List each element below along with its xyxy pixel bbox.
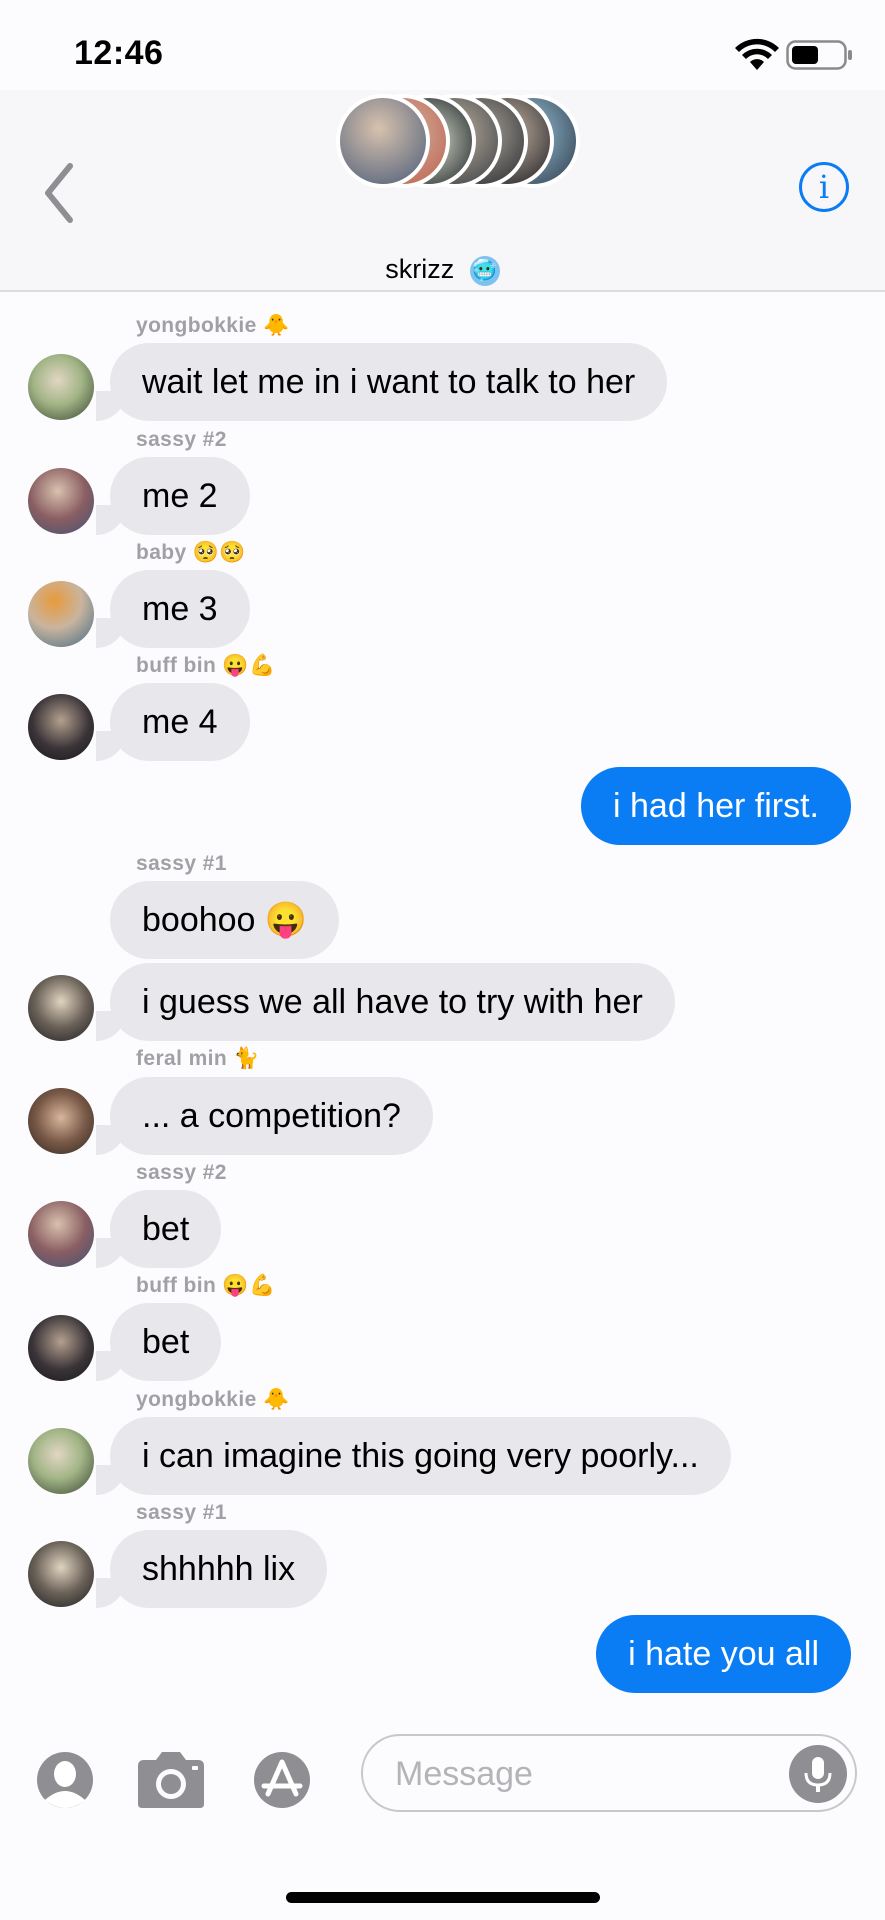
sender-emoji: 🥺🥺: [192, 541, 246, 564]
sender-emoji: 😛💪: [222, 1274, 276, 1297]
message-bubble-incoming[interactable]: me 3: [110, 570, 250, 648]
camera-icon[interactable]: [134, 1750, 208, 1810]
microphone-icon: [804, 1757, 832, 1792]
sender-emoji: 🐥: [262, 314, 290, 337]
avatar[interactable]: [28, 1428, 94, 1494]
bubble-tail: [96, 618, 126, 648]
battery-icon: [786, 40, 852, 70]
sender-label: buff bin 😛💪: [136, 654, 276, 678]
bubble-tail: [96, 1011, 126, 1041]
sender-emoji: 🐈: [233, 1047, 260, 1070]
bubble-tail: [96, 1578, 126, 1608]
sender-name: sassy #1: [136, 1501, 227, 1524]
sender-label: yongbokkie 🐥: [136, 314, 290, 338]
avatar[interactable]: [28, 468, 94, 534]
sender-name: sassy #2: [136, 428, 227, 451]
message-input[interactable]: [393, 1750, 757, 1798]
avatar[interactable]: [28, 975, 94, 1041]
sender-label: yongbokkie 🐥: [136, 1388, 290, 1412]
avatar[interactable]: [28, 1088, 94, 1154]
sender-name: yongbokkie: [136, 1388, 257, 1411]
bubble-tail: [96, 1351, 126, 1381]
bubble-tail: [96, 391, 126, 421]
avatar[interactable]: [28, 1315, 94, 1381]
memoji-icon[interactable]: [35, 1750, 99, 1810]
sender-label: sassy #2: [136, 1161, 227, 1185]
sender-name: sassy #1: [136, 852, 227, 875]
sender-name: feral min: [136, 1047, 228, 1070]
sender-name: buff bin: [136, 1274, 217, 1297]
bubble-tail: [96, 1125, 126, 1155]
message-bubble-incoming[interactable]: me 4: [110, 683, 250, 761]
status-time: 12:46: [74, 34, 164, 72]
sender-name: buff bin: [136, 654, 217, 677]
avatar[interactable]: [28, 1541, 94, 1607]
wifi-icon: [735, 38, 779, 70]
message-bubble-incoming[interactable]: bet: [110, 1303, 222, 1381]
message-bubble-incoming[interactable]: ... a competition?: [110, 1077, 433, 1155]
message-bubble-incoming[interactable]: wait let me in i want to talk to her: [110, 343, 668, 421]
message-bubble-incoming[interactable]: me 2: [110, 457, 250, 535]
message-composer: [0, 1712, 885, 1920]
message-bubble-incoming[interactable]: boohoo 😛: [110, 881, 340, 959]
sender-label: sassy #1: [136, 852, 227, 876]
sender-label: baby 🥺🥺: [136, 541, 246, 565]
avatar[interactable]: [28, 1201, 94, 1267]
bubble-tail: [96, 1238, 126, 1268]
sender-name: yongbokkie: [136, 314, 257, 337]
sender-name: sassy #2: [136, 1161, 227, 1184]
bubble-tail: [96, 731, 126, 761]
conversation-header: i skrizz 🥶: [0, 90, 885, 292]
sender-label: buff bin 😛💪: [136, 1274, 276, 1298]
bubble-tail: [96, 1465, 126, 1495]
group-avatars[interactable]: [336, 94, 616, 194]
sender-emoji: 🐥: [262, 1388, 290, 1411]
message-bubble-incoming[interactable]: shhhhh lix: [110, 1530, 328, 1608]
group-avatar: [336, 94, 430, 188]
status-bar: 12:46: [0, 0, 885, 100]
home-indicator[interactable]: [286, 1892, 600, 1903]
avatar[interactable]: [28, 694, 94, 760]
message-bubble-incoming[interactable]: i guess we all have to try with her: [110, 963, 675, 1041]
message-bubble-incoming[interactable]: bet: [110, 1190, 222, 1268]
sender-label: sassy #2: [136, 428, 227, 452]
info-icon[interactable]: i: [799, 162, 849, 212]
sender-label: sassy #1: [136, 1501, 227, 1525]
message-bubble-outgoing[interactable]: i hate you all: [596, 1615, 851, 1693]
sender-label: feral min 🐈: [136, 1047, 260, 1071]
microphone-button[interactable]: [789, 1745, 847, 1803]
message-bubble-outgoing[interactable]: i had her first.: [581, 767, 851, 845]
group-name[interactable]: skrizz 🥶: [0, 254, 885, 286]
sender-emoji: 😛💪: [222, 654, 276, 677]
avatar[interactable]: [28, 354, 94, 420]
message-bubble-incoming[interactable]: i can imagine this going very poorly...: [110, 1417, 731, 1495]
sender-name: baby: [136, 541, 187, 564]
group-name-emoji: 🥶: [469, 255, 500, 286]
avatar[interactable]: [28, 581, 94, 647]
group-name-text: skrizz: [385, 254, 455, 284]
message-input-field[interactable]: [361, 1734, 857, 1812]
back-chevron-icon[interactable]: [40, 158, 80, 228]
app-store-icon[interactable]: [250, 1750, 330, 1810]
bubble-tail: [96, 505, 126, 535]
